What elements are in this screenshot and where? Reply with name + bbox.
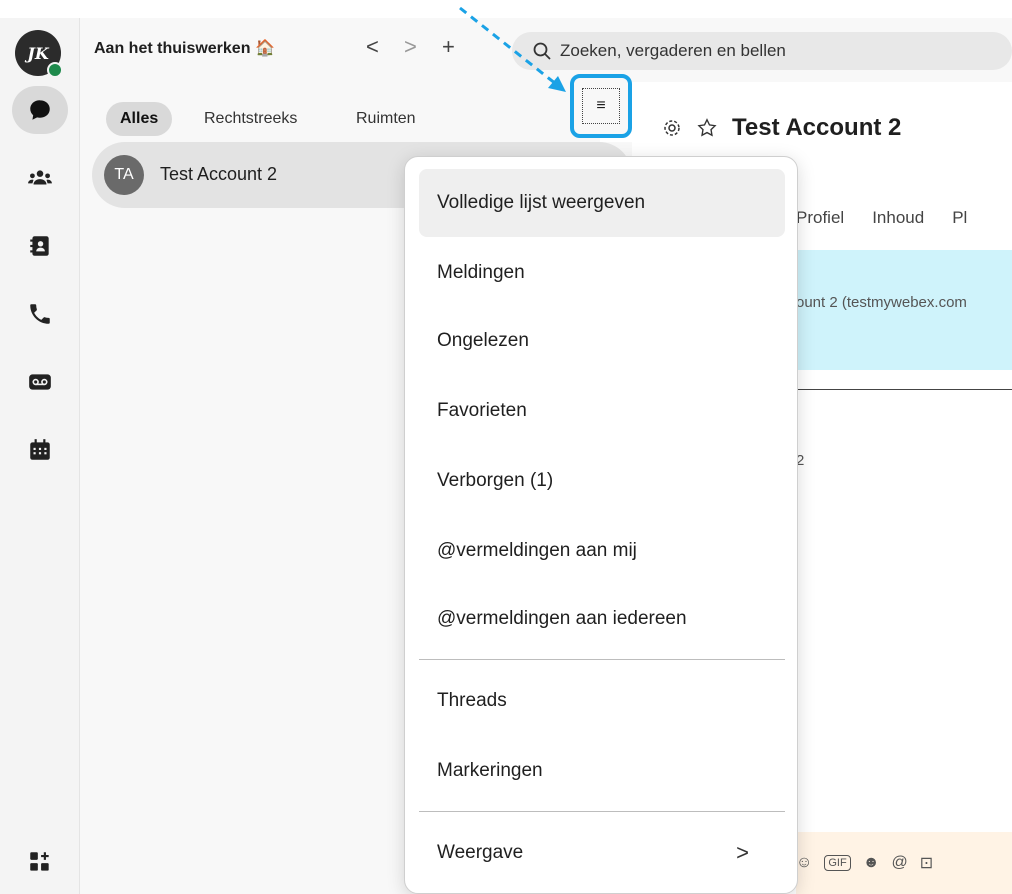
add-apps-icon	[30, 852, 49, 871]
star-icon[interactable]	[696, 117, 718, 139]
menu-item-threads[interactable]: Threads	[419, 667, 785, 735]
page-title: Test Account 2	[732, 114, 902, 141]
status-title[interactable]: Aan het thuiswerken 🏠	[94, 38, 275, 58]
filter-all[interactable]: Alles	[106, 102, 173, 136]
share-icon[interactable]: ⊡	[920, 853, 933, 873]
menu-separator	[419, 811, 785, 812]
content-tabs: Profiel Inhoud Pl	[796, 208, 967, 228]
messaging-icon	[30, 100, 50, 120]
banner-text: ount 2 (testmywebex.com	[796, 294, 967, 311]
calendar-icon	[30, 439, 50, 460]
info-banner: ount 2 (testmywebex.com	[796, 250, 1012, 370]
search-placeholder: Zoeken, vergaderen en bellen	[560, 41, 786, 60]
menu-item-full-list[interactable]: Volledige lijst weergeven	[419, 169, 785, 237]
menu-item-hidden[interactable]: Verborgen (1)	[419, 447, 785, 515]
back-button[interactable]: <	[366, 34, 379, 60]
gif-icon[interactable]: GIF	[824, 855, 851, 871]
sticker-icon[interactable]: ☻	[863, 854, 880, 872]
teams-button[interactable]	[12, 154, 68, 202]
contacts-button[interactable]	[12, 222, 68, 270]
calendar-button[interactable]	[12, 426, 68, 474]
calling-icon	[30, 304, 50, 324]
contacts-icon	[30, 236, 49, 256]
content-header: Test Account 2	[662, 114, 901, 142]
new-button[interactable]: +	[442, 34, 455, 60]
calling-button[interactable]	[12, 290, 68, 338]
menu-item-view-label: Weergave	[437, 842, 524, 863]
left-rail: JK	[0, 18, 80, 894]
voicemail-button[interactable]	[12, 358, 68, 406]
filter-direct[interactable]: Rechtstreeks	[190, 102, 311, 136]
menu-item-mentions-me[interactable]: @vermeldingen aan mij	[419, 517, 785, 585]
user-avatar[interactable]: JK	[15, 30, 63, 78]
tab-more[interactable]: Pl	[952, 208, 967, 228]
avatar: TA	[104, 155, 144, 195]
voicemail-icon	[29, 374, 51, 390]
composer-toolbar: ☺ GIF ☻ @ ⊡	[796, 832, 1012, 894]
home-emoji-icon: 🏠	[254, 40, 275, 57]
filter-bar: Alles Rechtstreeks Ruimten	[80, 82, 600, 142]
emoji-icon[interactable]: ☺	[796, 854, 812, 872]
filter-icon: ≡	[596, 97, 606, 114]
mention-icon[interactable]: @	[892, 854, 908, 872]
menu-item-favorites[interactable]: Favorieten	[419, 377, 785, 445]
space-name: Test Account 2	[160, 164, 278, 184]
menu-item-mentions-all[interactable]: @vermeldingen aan iedereen	[419, 585, 785, 653]
filter-menu: Volledige lijst weergeven Meldingen Onge…	[404, 156, 798, 894]
forward-button[interactable]: >	[404, 34, 417, 60]
menu-item-notifications[interactable]: Meldingen	[419, 239, 785, 307]
filter-button[interactable]: ≡	[570, 74, 632, 138]
menu-item-unread[interactable]: Ongelezen	[419, 307, 785, 375]
menu-item-flags[interactable]: Markeringen	[419, 737, 785, 805]
search-icon	[533, 42, 551, 60]
chevron-right-icon: >	[736, 840, 749, 865]
tab-content[interactable]: Inhoud	[872, 208, 924, 228]
top-bar: Aan het thuiswerken 🏠 < > + Zoeken, verg…	[80, 18, 1012, 82]
search-input[interactable]: Zoeken, vergaderen en bellen	[512, 32, 1012, 70]
divider	[796, 389, 1012, 390]
tab-profile[interactable]: Profiel	[796, 208, 844, 228]
presence-indicator	[47, 62, 63, 78]
settings-icon[interactable]	[662, 118, 682, 138]
filter-spaces[interactable]: Ruimten	[342, 102, 430, 136]
teams-icon	[28, 170, 52, 185]
menu-separator	[419, 659, 785, 660]
menu-item-view[interactable]: Weergave >	[419, 819, 785, 887]
status-text: Aan het thuiswerken	[94, 40, 251, 57]
messaging-button[interactable]	[12, 86, 68, 134]
add-apps-button[interactable]	[12, 838, 68, 886]
avatar-initials: JK	[27, 43, 49, 63]
